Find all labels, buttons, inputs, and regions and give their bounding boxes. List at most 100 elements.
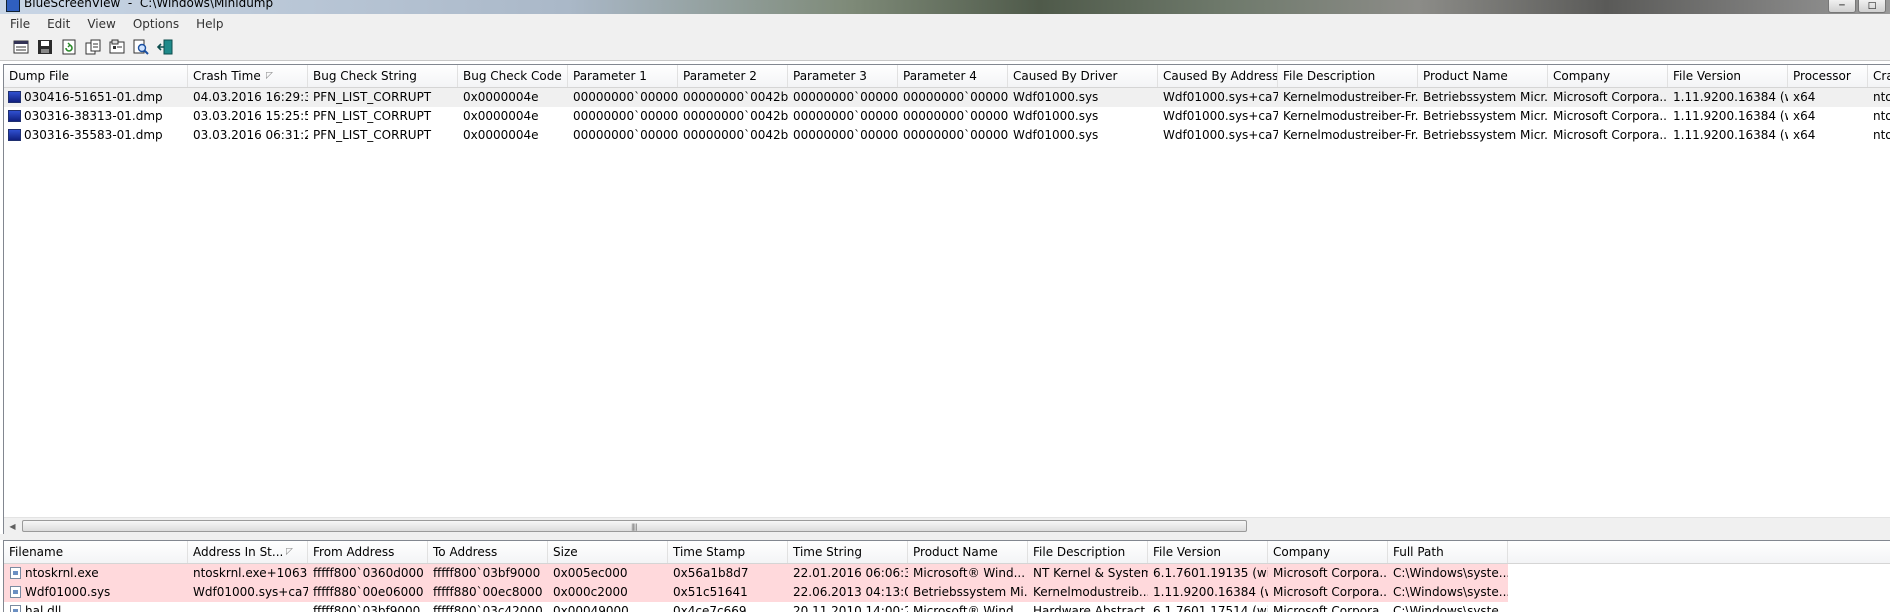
driver-list-header: Filename Address In St... ◸ From Address…	[4, 541, 1890, 564]
crash-dump-row[interactable]: 030416-51651-01.dmp 04.03.2016 16:29:38 …	[4, 88, 1890, 107]
scrollbar-thumb[interactable]: ||||	[22, 520, 1247, 532]
processor-cell: x64	[1793, 109, 1816, 123]
minimize-button[interactable]: ─	[1828, 0, 1856, 13]
driver-list[interactable]: Filename Address In St... ◸ From Address…	[3, 540, 1890, 612]
filename-cell: Wdf01000.sys	[4, 583, 188, 602]
column-header-size[interactable]: Size	[548, 541, 668, 563]
file-icon	[10, 567, 21, 579]
to-address-cell: fffff800`03bf9000	[428, 564, 548, 583]
column-header-caused-by-driver[interactable]: Caused By Driver	[1008, 65, 1158, 87]
column-header-bug-check-string[interactable]: Bug Check String	[308, 65, 458, 87]
column-header-company[interactable]: Company	[1268, 541, 1388, 563]
crash-address-cell: ntos	[1873, 90, 1890, 104]
caused-by-driver-cell: Wdf01000.sys	[1013, 90, 1099, 104]
product-name-cell: Betriebssystem Mi...	[908, 583, 1028, 602]
column-header-dump-file[interactable]: Dump File	[4, 65, 188, 87]
bug-check-code-cell: 0x0000004e	[463, 128, 539, 142]
parameter-2-cell: 00000000`0042b7...	[683, 109, 788, 123]
column-header-time-string[interactable]: Time String	[788, 541, 908, 563]
menu-edit[interactable]: Edit	[37, 17, 77, 31]
time-stamp-cell: 0x51c51641	[668, 583, 788, 602]
caused-by-driver-cell: Wdf01000.sys	[1013, 128, 1099, 142]
column-header-caused-by-address[interactable]: Caused By Address	[1158, 65, 1278, 87]
crash-address-cell: ntos	[1873, 128, 1890, 142]
file-description-cell: Kernelmodustreiber-Fr...	[1283, 128, 1418, 142]
file-description-cell: Kernelmodustreiber-Fr...	[1283, 90, 1418, 104]
size-cell: 0x005ec000	[548, 564, 668, 583]
horizontal-scrollbar[interactable]: ◀ ||||	[4, 517, 1890, 535]
parameter-3-cell: 00000000`000000...	[793, 90, 898, 104]
driver-row[interactable]: Wdf01000.sys Wdf01000.sys+ca7d fffff880`…	[4, 583, 1508, 602]
crash-dump-list-header: Dump File Crash Time ◸ Bug Check String …	[4, 65, 1890, 88]
column-header-processor[interactable]: Processor	[1788, 65, 1868, 87]
refresh-button[interactable]	[60, 38, 78, 56]
dump-file-icon	[8, 129, 21, 141]
exit-button[interactable]	[156, 38, 174, 56]
file-version-cell: 1.11.9200.16384 (w...	[1148, 583, 1268, 602]
window-controls: ─ □	[1828, 0, 1886, 13]
column-header-file-description[interactable]: File Description	[1028, 541, 1148, 563]
column-header-parameter-3[interactable]: Parameter 3	[788, 65, 898, 87]
column-header-file-version[interactable]: File Version	[1148, 541, 1268, 563]
file-version-cell: 1.11.9200.16384 (w...	[1673, 109, 1788, 123]
file-description-cell: Kernelmodustreiber-Fr...	[1283, 109, 1418, 123]
driver-filename: ntoskrnl.exe	[25, 566, 99, 580]
product-name-cell: Microsoft® Wind...	[908, 564, 1028, 583]
filename-cell: ntoskrnl.exe	[4, 564, 188, 583]
copy-button[interactable]	[84, 38, 102, 56]
column-header-crash-time[interactable]: Crash Time ◸	[188, 65, 308, 87]
properties-button[interactable]	[12, 38, 30, 56]
column-header-company[interactable]: Company	[1548, 65, 1668, 87]
column-header-address-in-stack[interactable]: Address In St... ◸	[188, 541, 308, 563]
properties-dialog-button[interactable]	[108, 38, 126, 56]
find-button[interactable]	[132, 38, 150, 56]
menu-help[interactable]: Help	[186, 17, 230, 31]
column-header-file-description[interactable]: File Description	[1278, 65, 1418, 87]
column-header-product-name[interactable]: Product Name	[1418, 65, 1548, 87]
menu-view[interactable]: View	[77, 17, 122, 31]
file-version-cell: 1.11.9200.16384 (w...	[1673, 90, 1788, 104]
column-header-address-in-stack-label: Address In St...	[193, 545, 284, 559]
parameter-1-cell: 00000000`000000...	[573, 109, 678, 123]
dump-file-icon	[8, 110, 21, 122]
column-header-full-path[interactable]: Full Path	[1388, 541, 1508, 563]
save-button[interactable]	[36, 38, 54, 56]
crash-address-cell: ntos	[1873, 109, 1890, 123]
crash-dump-row[interactable]: 030316-35583-01.dmp 03.03.2016 06:31:26 …	[4, 126, 1890, 145]
column-header-crash-address[interactable]: Cras	[1868, 65, 1890, 87]
column-header-filename[interactable]: Filename	[4, 541, 188, 563]
processor-cell: x64	[1793, 128, 1816, 142]
crash-time-cell: 03.03.2016 06:31:26	[193, 128, 308, 142]
crash-dump-list[interactable]: Dump File Crash Time ◸ Bug Check String …	[3, 64, 1890, 536]
menu-file[interactable]: File	[0, 17, 37, 31]
parameter-2-cell: 00000000`0042b0...	[683, 90, 788, 104]
column-header-parameter-1[interactable]: Parameter 1	[568, 65, 678, 87]
dump-file-name: 030416-51651-01.dmp	[24, 90, 163, 104]
menu-options[interactable]: Options	[123, 17, 186, 31]
company-cell: Microsoft Corpora...	[1268, 583, 1388, 602]
column-header-parameter-4[interactable]: Parameter 4	[898, 65, 1008, 87]
maximize-button[interactable]: □	[1858, 0, 1886, 13]
save-icon	[38, 39, 52, 54]
company-cell: Microsoft Corpora...	[1553, 90, 1668, 104]
column-header-product-name[interactable]: Product Name	[908, 541, 1028, 563]
address-in-stack-cell: Wdf01000.sys+ca7d	[188, 583, 308, 602]
product-name-cell: Betriebssystem Micr...	[1423, 109, 1548, 123]
column-header-time-stamp[interactable]: Time Stamp	[668, 541, 788, 563]
bug-check-string-cell: PFN_LIST_CORRUPT	[313, 109, 432, 123]
column-header-file-version[interactable]: File Version	[1668, 65, 1788, 87]
bug-check-code-cell: 0x0000004e	[463, 90, 539, 104]
from-address-cell: fffff800`0360d000	[308, 564, 428, 583]
exit-icon	[157, 39, 173, 54]
caused-by-address-cell: Wdf01000.sys+ca7d	[1163, 128, 1278, 142]
column-header-from-address[interactable]: From Address	[308, 541, 428, 563]
dump-file-cell: 030316-38313-01.dmp	[4, 107, 188, 126]
driver-row[interactable]: ntoskrnl.exe ntoskrnl.exe+10635f fffff80…	[4, 564, 1508, 583]
address-in-stack-cell: ntoskrnl.exe+10635f	[188, 564, 308, 583]
scroll-left-arrow-icon[interactable]: ◀	[4, 518, 21, 535]
app-icon	[6, 0, 20, 12]
column-header-parameter-2[interactable]: Parameter 2	[678, 65, 788, 87]
column-header-bug-check-code[interactable]: Bug Check Code	[458, 65, 568, 87]
crash-dump-row[interactable]: 030316-38313-01.dmp 03.03.2016 15:25:50 …	[4, 107, 1890, 126]
column-header-to-address[interactable]: To Address	[428, 541, 548, 563]
